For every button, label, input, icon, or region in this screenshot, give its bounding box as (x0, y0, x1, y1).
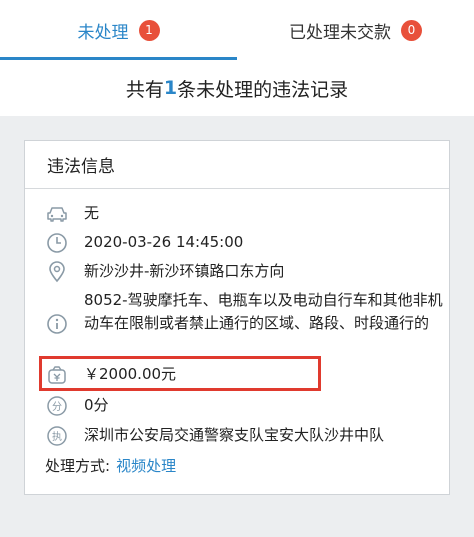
method-label: 处理方式: (45, 457, 111, 475)
svg-text:分: 分 (52, 401, 62, 413)
location-row: 新沙沙井-新沙环镇路口东方向 (45, 259, 284, 284)
video-processing-link[interactable]: 视频处理 (116, 457, 176, 475)
tab-bar: 未处理 1 已处理未交款 0 (0, 0, 474, 60)
points-row: 分 0分 (45, 393, 109, 418)
violation-info-card: 违法信息 无 2020-03-26 14:45:00 新沙沙井-新沙环镇路口东方… (24, 140, 450, 495)
tab-processed-unpaid-label: 已处理未交款 (289, 22, 391, 43)
fine-row: ￥2000.00元 (45, 362, 176, 387)
tab-unprocessed-badge: 1 (138, 19, 160, 41)
money-icon (45, 363, 69, 387)
vehicle-row: 无 (45, 201, 99, 226)
processing-method: 处理方式: 视频处理 (45, 455, 176, 476)
authority-row: 执 深圳市公安局交通警察支队宝安大队沙井中队 (45, 423, 384, 448)
datetime-row: 2020-03-26 14:45:00 (45, 230, 243, 255)
clock-icon (45, 231, 69, 255)
card-title: 违法信息 (25, 141, 449, 189)
fine-value: ￥2000.00元 (84, 365, 177, 383)
map-pin-icon (45, 260, 69, 284)
authority-value: 深圳市公安局交通警察支队宝安大队沙井中队 (84, 426, 385, 444)
summary-suffix: 条未处理的违法记录 (177, 78, 349, 101)
summary-count: 1 (163, 77, 178, 99)
violation-value: 8052-驾驶摩托车、电瓶车以及电动自行车和其他非机动车在限制或者禁止通行的区域… (84, 291, 443, 332)
tab-processed-unpaid[interactable]: 已处理未交款 0 (237, 0, 474, 60)
tab-unprocessed[interactable]: 未处理 1 (0, 0, 237, 60)
summary-prefix: 共有 (125, 78, 164, 101)
location-value: 新沙沙井-新沙环镇路口东方向 (84, 262, 285, 280)
svg-text:执: 执 (52, 430, 62, 443)
violation-row: 8052-驾驶摩托车、电瓶车以及电动自行车和其他非机动车在限制或者禁止通行的区域… (45, 289, 444, 336)
authority-icon: 执 (45, 424, 69, 448)
datetime-value: 2020-03-26 14:45:00 (84, 233, 244, 251)
points-value: 0分 (84, 396, 109, 414)
vehicle-value: 无 (84, 204, 100, 222)
info-icon (45, 312, 69, 336)
car-icon (45, 202, 69, 226)
tab-processed-unpaid-badge: 0 (401, 19, 422, 41)
tab-unprocessed-label: 未处理 (77, 22, 129, 43)
record-summary: 共有 1 条未处理的违法记录 (0, 60, 474, 116)
points-icon: 分 (45, 394, 69, 418)
